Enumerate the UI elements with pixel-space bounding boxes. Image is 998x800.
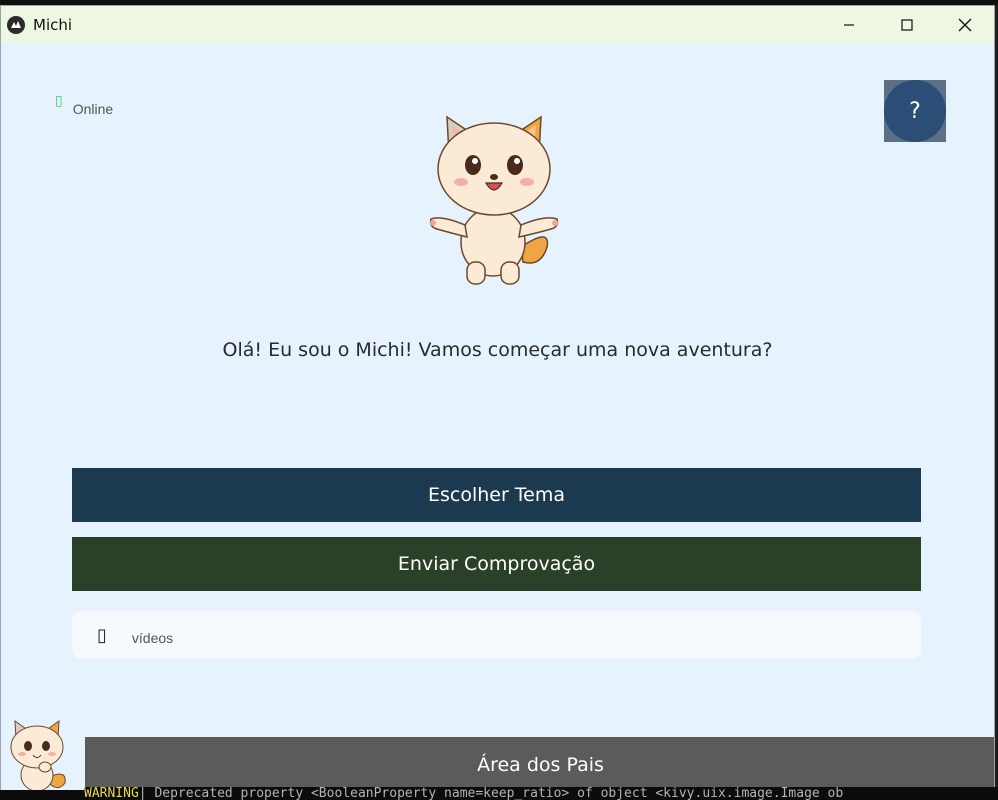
greeting-text: Olá! Eu sou o Michi! Vamos começar uma n…	[222, 339, 773, 361]
terminal-message: | Deprecated property <BooleanProperty n…	[138, 787, 844, 800]
desktop-background-bottom	[0, 790, 84, 800]
help-label: ?	[884, 80, 946, 142]
parents-area-button[interactable]: Área dos Pais	[85, 737, 994, 793]
kivy-app-icon	[7, 15, 25, 34]
videos-label: vídeos	[131, 630, 174, 646]
help-button[interactable]: ?	[884, 80, 946, 142]
choose-theme-button[interactable]: Escolher Tema	[72, 468, 921, 522]
connection-status: ▯ Online	[55, 91, 113, 117]
app-window: Michi ▯ Online ? Olá! Eu sou o Michi! Va…	[0, 5, 995, 795]
title-bar: Michi	[1, 6, 994, 43]
videos-bar[interactable]: ▯ vídeos	[72, 611, 921, 659]
terminal-level: WARNING	[84, 787, 139, 800]
main-content: ▯ Online ? Olá! Eu sou o Michi! Vamos co…	[1, 43, 994, 794]
window-controls	[820, 6, 994, 43]
video-icon: ▯	[97, 624, 107, 646]
mini-cat-mascot	[10, 719, 66, 792]
terminal-output: WARNING| Deprecated property <BooleanPro…	[84, 787, 998, 800]
maximize-button[interactable]	[878, 6, 936, 43]
michi-cat-mascot	[429, 115, 559, 285]
send-proof-button[interactable]: Enviar Comprovação	[72, 537, 921, 591]
wifi-icon: ▯	[55, 93, 63, 109]
close-button[interactable]	[936, 6, 994, 43]
window-title: Michi	[33, 15, 73, 34]
status-text: Online	[72, 101, 114, 117]
minimize-button[interactable]	[820, 6, 878, 43]
